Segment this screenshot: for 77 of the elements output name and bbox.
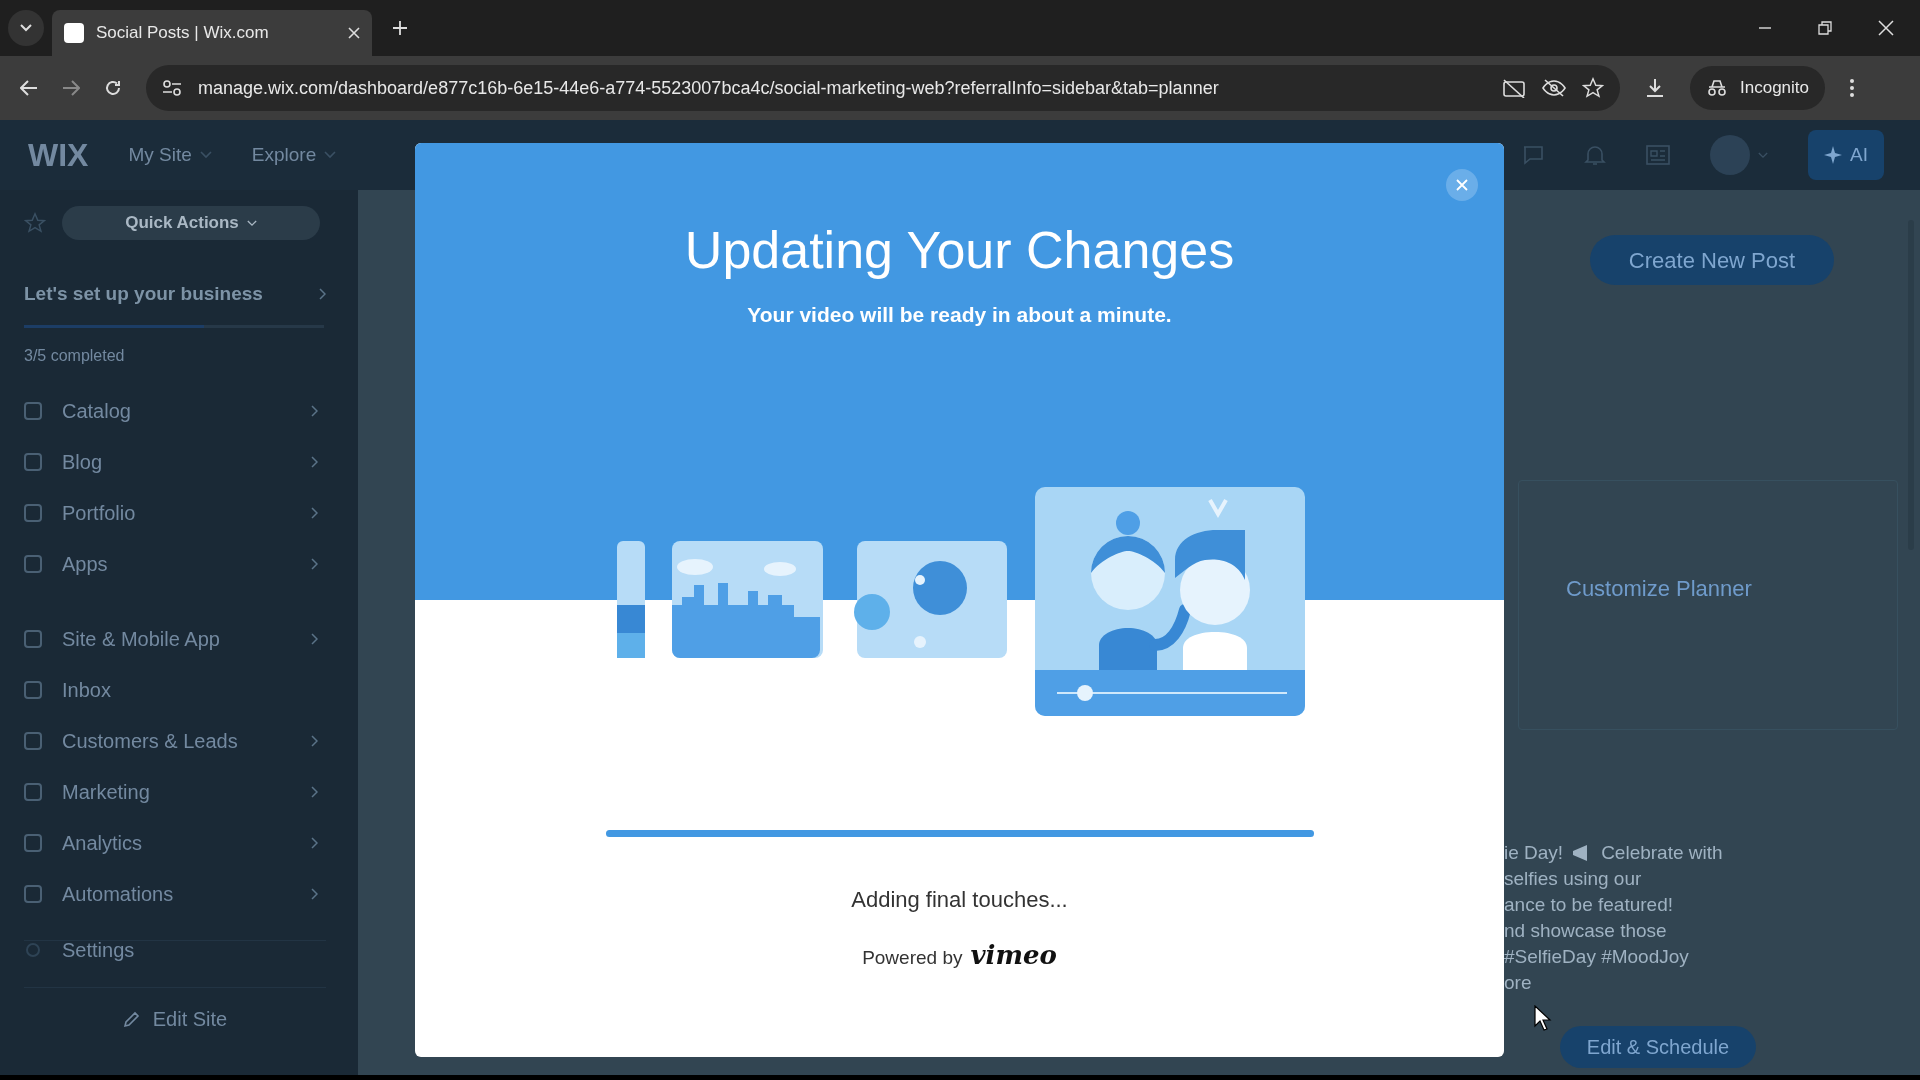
edit-site-button[interactable]: Edit Site [122, 1003, 228, 1034]
caret-icon [20, 24, 32, 32]
sidebar-item[interactable]: Inbox [24, 664, 326, 716]
customize-planner-link[interactable]: Customize Planner [1566, 572, 1752, 605]
sidebar-item[interactable]: Site & Mobile App [24, 613, 326, 665]
top-menu[interactable]: Explore [251, 140, 337, 170]
item-icon [24, 783, 42, 801]
tab-list-button[interactable] [8, 10, 44, 46]
reload-icon[interactable] [104, 79, 122, 97]
modal-subtitle: Your video will be ready in about a minute. [747, 302, 1172, 328]
item-icon [24, 732, 42, 750]
post-text: selfies using our [1504, 867, 1643, 891]
sidebar-item[interactable]: Apps [24, 538, 326, 590]
more-icon[interactable] [1849, 78, 1855, 98]
item-icon [24, 630, 42, 648]
sidebar-item[interactable]: Portfolio [24, 487, 326, 539]
post-text: ance to be featured! [1504, 893, 1674, 917]
download-icon[interactable] [1644, 77, 1666, 99]
setup-title[interactable]: Let's set up your business [24, 280, 263, 309]
modal-title: Updating Your Changes [684, 220, 1235, 281]
star-icon[interactable] [24, 212, 46, 234]
sidebar-item[interactable]: Marketing [24, 766, 326, 818]
site-settings-icon[interactable] [162, 80, 182, 96]
caret-icon [246, 219, 257, 227]
item-icon [24, 834, 42, 852]
item-icon [24, 555, 42, 573]
item-icon [24, 504, 42, 522]
close-icon[interactable] [1878, 20, 1894, 36]
url-text: manage.wix.com/dashboard/e877c16b-6e15-44e6-a774-5523007bca4c/social-marketing-web?referralInfo=sidebar&tab=planner [198, 76, 1220, 100]
create-post-button[interactable]: Create New Post [1590, 235, 1834, 285]
sidebar-item[interactable]: Analytics [24, 817, 326, 869]
quick-actions-button[interactable]: Quick Actions [62, 206, 320, 240]
forward-icon[interactable] [62, 80, 80, 96]
back-icon[interactable] [20, 80, 38, 96]
restore-icon[interactable] [1818, 21, 1832, 35]
post-text: ore [1504, 971, 1533, 995]
post-text: nd showcase those [1504, 919, 1668, 943]
item-icon [24, 402, 42, 420]
close-icon [1456, 179, 1468, 191]
vimeo-logo: vimeo [970, 939, 1057, 972]
caret-icon [199, 151, 212, 159]
pencil-icon [122, 1009, 141, 1028]
close-icon[interactable] [348, 27, 360, 39]
chevron-icon [318, 288, 326, 301]
ai-button[interactable]: AI [1808, 130, 1884, 180]
tab-title: Social Posts | Wix.com [96, 22, 270, 45]
item-icon [24, 453, 42, 471]
eye-off-icon[interactable] [1542, 78, 1566, 98]
wix-logo[interactable]: WIX [28, 131, 89, 179]
caret-icon [324, 151, 337, 159]
edit-schedule-button[interactable]: Edit & Schedule [1560, 1026, 1756, 1068]
post-text: #SelfieDay #MoodJoy [1504, 945, 1690, 969]
post-text: Celebrate with [1601, 841, 1723, 865]
browser-tab[interactable]: Social Posts | Wix.com [52, 10, 372, 56]
caret-icon [1758, 151, 1769, 159]
incognito-label: Incognito [1740, 77, 1809, 100]
top-menu[interactable]: My Site [128, 140, 212, 170]
powered-by-text: Powered by [862, 946, 963, 970]
sidebar-item[interactable]: Customers & Leads [24, 715, 326, 767]
setup-progress-text: 3/5 completed [24, 345, 126, 366]
incognito-icon [1706, 79, 1728, 97]
post-text: ie Day! [1504, 841, 1564, 865]
sparkle-icon [1824, 146, 1843, 164]
sidebar-item[interactable]: Settings [24, 924, 326, 975]
item-icon [24, 681, 42, 699]
status-text: Adding final touches... [851, 886, 1068, 914]
sidebar-item[interactable]: Catalog [24, 385, 326, 437]
sidebar-item[interactable]: Blog [24, 436, 326, 488]
new-tab-icon[interactable] [392, 20, 408, 36]
incognito-badge[interactable]: Incognito [1690, 66, 1825, 110]
gear-icon [24, 940, 42, 959]
item-icon [24, 885, 42, 903]
sidebar-item[interactable]: Automations [24, 868, 326, 920]
cursor-icon [1534, 1005, 1552, 1031]
camera-off-icon[interactable] [1502, 78, 1526, 98]
site-favicon [64, 23, 84, 43]
address-bar[interactable]: manage.wix.com/dashboard/e877c16b-6e15-44e6-a774-5523007bca4c/social-marketing-web?referralInfo=sidebar&tab=planner [146, 65, 1620, 111]
